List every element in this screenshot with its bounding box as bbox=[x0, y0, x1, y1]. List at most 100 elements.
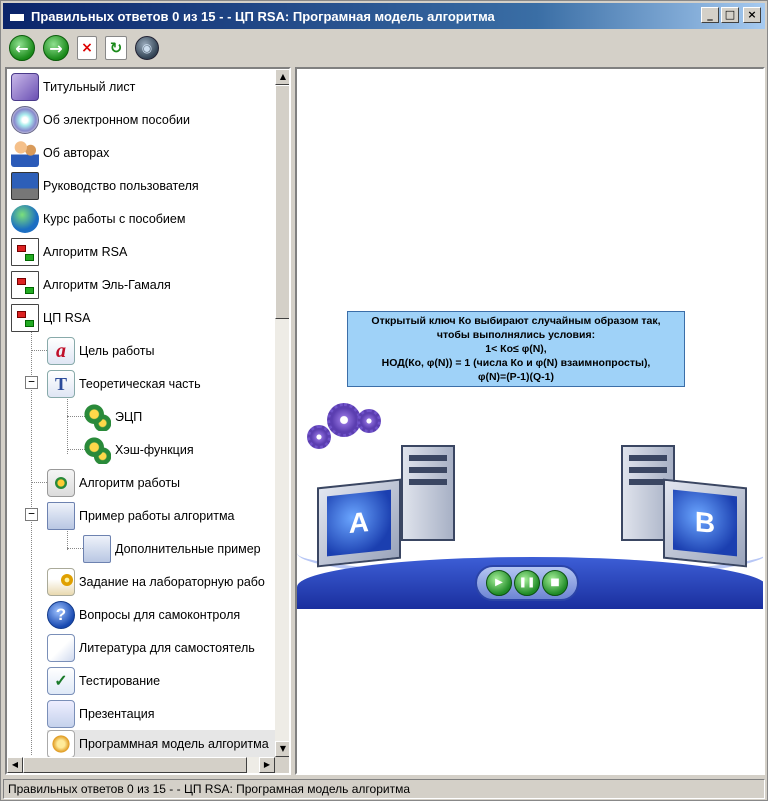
info-box: Открытый ключ Ко выбирают случайным обра… bbox=[347, 311, 685, 387]
tree-item-algorithm-example[interactable]: Пример работы алгоритма bbox=[47, 502, 235, 530]
play-icon: ▶ bbox=[495, 577, 503, 588]
task-icon bbox=[47, 568, 75, 596]
document-icon bbox=[11, 271, 39, 299]
tree-item-title-page[interactable]: Титульный лист bbox=[11, 73, 135, 101]
collapse-theory-toggle[interactable]: − bbox=[25, 376, 38, 389]
computer-icon bbox=[11, 172, 39, 200]
tree-item-self-check[interactable]: ? Вопросы для самоконтроля bbox=[47, 601, 240, 629]
refresh-icon: ↻ bbox=[109, 39, 123, 57]
globe-icon bbox=[11, 205, 39, 233]
refresh-button[interactable]: ↻ bbox=[105, 36, 127, 60]
tree-horizontal-scrollbar[interactable]: ◀ ▶ bbox=[7, 757, 275, 773]
disc-icon bbox=[11, 106, 39, 134]
tree-item-label: Дополнительные пример bbox=[115, 542, 261, 556]
pause-button[interactable]: ❚❚ bbox=[514, 570, 540, 596]
tree-item-label: Цель работы bbox=[79, 344, 155, 358]
tree-item-label: ЦП RSA bbox=[43, 311, 91, 325]
algorithm-icon bbox=[47, 469, 75, 497]
info-line: чтобы выполнялись условия: bbox=[436, 329, 596, 341]
tree-item-goal[interactable]: a Цель работы bbox=[47, 337, 155, 365]
tree-connector bbox=[31, 328, 32, 755]
stop-icon: × bbox=[81, 40, 93, 56]
tree-item-hash-function[interactable]: Хэш-функция bbox=[83, 436, 194, 464]
tree-item-about-manual[interactable]: Об электронном пособии bbox=[11, 106, 190, 134]
tree-item-label: Алгоритм работы bbox=[79, 476, 181, 490]
tree-item-user-guide[interactable]: Руководство пользователя bbox=[11, 172, 199, 200]
calculator-icon bbox=[47, 502, 75, 530]
tree-item-label: Презентация bbox=[79, 707, 155, 721]
window-controls: _ □ × bbox=[701, 7, 761, 23]
letter-t-icon: T bbox=[47, 370, 75, 398]
tree-item-work-algorithm[interactable]: Алгоритм работы bbox=[47, 469, 180, 497]
horizontal-scroll-thumb[interactable] bbox=[23, 757, 247, 773]
forward-button[interactable]: → bbox=[43, 35, 69, 61]
app-icon bbox=[9, 10, 25, 22]
tree-item-label: Хэш-функция bbox=[115, 443, 194, 457]
tree-item-elgamal-algorithm[interactable]: Алгоритм Эль-Гамаля bbox=[11, 271, 171, 299]
tree-item-extra-examples[interactable]: Дополнительные пример bbox=[83, 535, 261, 563]
computer-b: B bbox=[617, 439, 763, 579]
navigation-tree: Титульный лист Об электронном пособии Об… bbox=[5, 67, 291, 775]
collapse-example-toggle[interactable]: − bbox=[25, 508, 38, 521]
scroll-left-button[interactable]: ◀ bbox=[7, 757, 23, 773]
letter-a-icon: a bbox=[47, 337, 75, 365]
gear-icon bbox=[327, 403, 361, 437]
tree-item-cp-rsa[interactable]: ЦП RSA bbox=[11, 304, 90, 332]
scroll-down-button[interactable]: ▼ bbox=[275, 741, 289, 757]
stop-button[interactable]: × bbox=[77, 36, 97, 60]
tree-item-testing[interactable]: ✓ Тестирование bbox=[47, 667, 160, 695]
tree-item-rsa-algorithm[interactable]: Алгоритм RSA bbox=[11, 238, 127, 266]
close-button[interactable]: × bbox=[743, 7, 761, 23]
tree-item-program-model[interactable]: Программная модель алгоритма bbox=[47, 730, 275, 758]
home-button[interactable]: ◉ bbox=[135, 36, 159, 60]
arrow-left-icon: ← bbox=[15, 38, 29, 58]
info-line: НОД(Ко, φ(N)) = 1 (числа Ко и φ(N) взаим… bbox=[381, 357, 651, 369]
playback-controls: ▶ ❚❚ ■ bbox=[475, 565, 579, 601]
tree-item-label: Вопросы для самоконтроля bbox=[79, 608, 241, 622]
scroll-up-button[interactable]: ▲ bbox=[275, 69, 289, 85]
question-icon: ? bbox=[47, 601, 75, 629]
scroll-corner bbox=[275, 757, 289, 773]
tree-item-theory[interactable]: T Теоретическая часть bbox=[47, 370, 201, 398]
calculator-icon bbox=[83, 535, 111, 563]
tree-item-label: ЭЦП bbox=[115, 410, 143, 424]
info-line: 1< Ко≤ φ(N), bbox=[485, 343, 547, 355]
window-title: Правильных ответов 0 из 15 - - ЦП RSA: П… bbox=[31, 8, 495, 24]
document-icon bbox=[11, 304, 39, 332]
toolbar: ← → × ↻ ◉ bbox=[3, 31, 765, 65]
scroll-right-button[interactable]: ▶ bbox=[259, 757, 275, 773]
tree-item-label: Алгоритм RSA bbox=[43, 245, 128, 259]
tree-item-label: Об авторах bbox=[43, 146, 110, 160]
tree-vertical-scrollbar[interactable]: ▲ ▼ bbox=[275, 69, 289, 757]
computer-a-label: A bbox=[327, 489, 391, 557]
tower-a bbox=[401, 445, 455, 541]
pause-icon: ❚❚ bbox=[518, 577, 536, 588]
tree-item-presentation[interactable]: Презентация bbox=[47, 700, 155, 728]
monitor-b: B bbox=[663, 478, 747, 568]
presentation-icon bbox=[47, 700, 75, 728]
maximize-button[interactable]: □ bbox=[721, 7, 739, 23]
minimize-button[interactable]: _ bbox=[701, 7, 719, 23]
tree-item-literature[interactable]: Литература для самостоятель bbox=[47, 634, 255, 662]
tree-item-eds[interactable]: ЭЦП bbox=[83, 403, 142, 431]
content-panel: Открытый ключ Ко выбирают случайным обра… bbox=[295, 67, 765, 775]
title-bar[interactable]: Правильных ответов 0 из 15 - - ЦП RSA: П… bbox=[3, 3, 765, 29]
monitor-a: A bbox=[317, 478, 401, 568]
test-icon: ✓ bbox=[47, 667, 75, 695]
stop-button[interactable]: ■ bbox=[542, 570, 568, 596]
status-bar: Правильных ответов 0 из 15 - - ЦП RSA: П… bbox=[3, 779, 765, 799]
tree-item-authors[interactable]: Об авторах bbox=[11, 139, 109, 167]
tree-item-label: Тестирование bbox=[79, 674, 161, 688]
back-button[interactable]: ← bbox=[9, 35, 35, 61]
animation-scene: A B ▶ ❚❚ ■ bbox=[297, 399, 763, 609]
tree-item-label: Руководство пользователя bbox=[43, 179, 199, 193]
vertical-scroll-thumb[interactable] bbox=[275, 85, 289, 319]
play-button[interactable]: ▶ bbox=[486, 570, 512, 596]
model-icon bbox=[47, 730, 75, 758]
tree-item-lab-task[interactable]: Задание на лабораторную рабо bbox=[47, 568, 265, 596]
tree-connector bbox=[67, 394, 68, 454]
tree-item-label: Алгоритм Эль-Гамаля bbox=[43, 278, 171, 292]
tree-item-label: Титульный лист bbox=[43, 80, 136, 94]
tree-item-course[interactable]: Курс работы с пособием bbox=[11, 205, 185, 233]
tree-item-label: Пример работы алгоритма bbox=[79, 509, 235, 523]
